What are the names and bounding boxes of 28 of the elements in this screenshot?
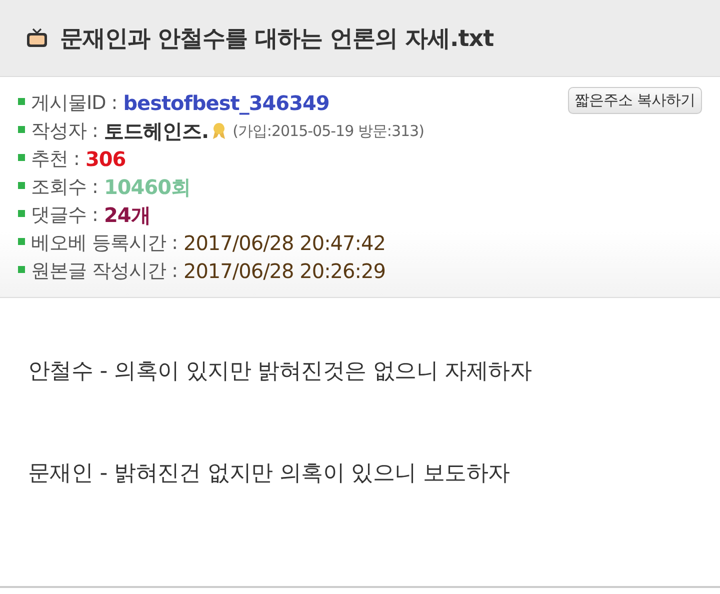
info-label: 조회수 :	[31, 175, 98, 200]
author-meta: (가입:2015-05-19 방문:313)	[232, 122, 424, 140]
info-label: 추천 :	[31, 147, 80, 172]
info-label: 베오베 등록시간 :	[31, 231, 178, 256]
info-value: 306	[85, 147, 126, 171]
info-label: 댓글수 :	[31, 203, 98, 228]
info-value: 토드헤인즈.	[104, 118, 209, 144]
post-text: 안철수 - 의혹이 있지만 밝혀진것은 없으니 자제하자	[28, 358, 532, 386]
post-title: 문재인과 안철수를 대하는 언론의 자세.txt	[60, 24, 494, 54]
info-value: 2017/06/28 20:26:29	[183, 259, 386, 283]
info-label: 원본글 작성시간 :	[31, 259, 178, 284]
copy-short-url-button[interactable]: 짧은주소 복사하기	[568, 87, 702, 114]
bullet-icon	[18, 154, 25, 160]
ribbon-icon	[210, 122, 227, 140]
info-value: 24개	[104, 202, 150, 228]
info-value: bestofbest_346349	[123, 91, 330, 115]
info-label: 게시물ID :	[31, 91, 118, 116]
bullet-icon	[18, 182, 25, 188]
bullet-icon	[18, 266, 25, 272]
bullet-icon	[18, 210, 25, 216]
post-text: 문재인 - 밝혀진건 없지만 의혹이 있으니 보도하자	[28, 460, 511, 488]
bullet-icon	[18, 126, 25, 132]
bullet-icon	[18, 238, 25, 244]
info-value: 10460회	[104, 174, 191, 200]
bullet-icon	[18, 98, 25, 104]
info-label: 작성자 :	[31, 119, 98, 144]
info-value: 2017/06/28 20:47:42	[183, 231, 386, 255]
tv-icon	[26, 28, 48, 48]
